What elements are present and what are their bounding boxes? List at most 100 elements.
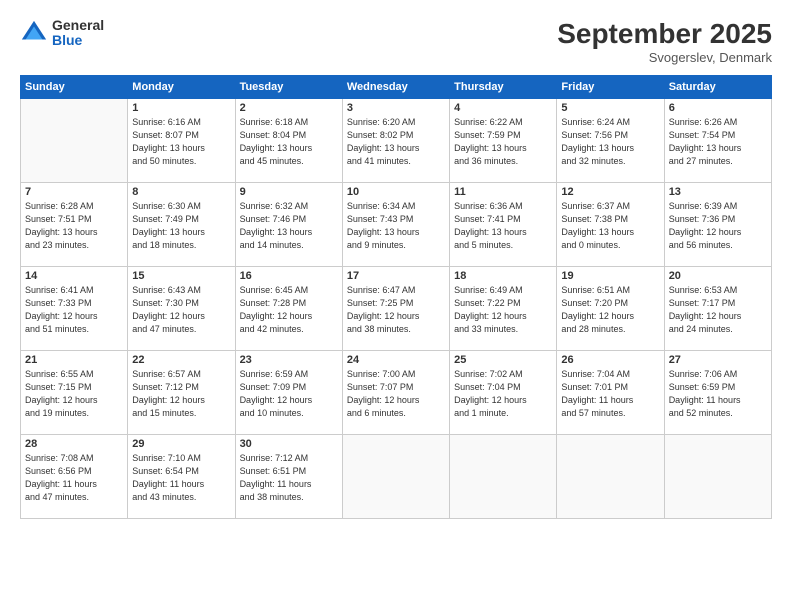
- day-number: 15: [132, 270, 230, 282]
- col-saturday: Saturday: [664, 76, 771, 99]
- location-subtitle: Svogerslev, Denmark: [557, 50, 772, 65]
- title-block: September 2025 Svogerslev, Denmark: [557, 18, 772, 65]
- day-number: 24: [347, 354, 445, 366]
- table-row: 14 Sunrise: 6:41 AM Sunset: 7:33 PM Dayli…: [21, 267, 128, 351]
- calendar-header-row: Sunday Monday Tuesday Wednesday Thursday…: [21, 76, 772, 99]
- col-thursday: Thursday: [450, 76, 557, 99]
- day-number: 30: [240, 438, 338, 450]
- day-info: Sunrise: 6:37 AM Sunset: 7:38 PM Dayligh…: [561, 200, 659, 252]
- col-tuesday: Tuesday: [235, 76, 342, 99]
- col-sunday: Sunday: [21, 76, 128, 99]
- header: General Blue September 2025 Svogerslev, …: [20, 18, 772, 65]
- table-row: 10 Sunrise: 6:34 AM Sunset: 7:43 PM Dayli…: [342, 183, 449, 267]
- day-info: Sunrise: 6:30 AM Sunset: 7:49 PM Dayligh…: [132, 200, 230, 252]
- logo-text: General Blue: [52, 18, 104, 49]
- table-row: 8 Sunrise: 6:30 AM Sunset: 7:49 PM Daylig…: [128, 183, 235, 267]
- day-info: Sunrise: 6:51 AM Sunset: 7:20 PM Dayligh…: [561, 284, 659, 336]
- table-row: 5 Sunrise: 6:24 AM Sunset: 7:56 PM Daylig…: [557, 99, 664, 183]
- table-row: 13 Sunrise: 6:39 AM Sunset: 7:36 PM Dayli…: [664, 183, 771, 267]
- day-info: Sunrise: 6:34 AM Sunset: 7:43 PM Dayligh…: [347, 200, 445, 252]
- table-row: 1 Sunrise: 6:16 AM Sunset: 8:07 PM Daylig…: [128, 99, 235, 183]
- table-row: 26 Sunrise: 7:04 AM Sunset: 7:01 PM Dayli…: [557, 351, 664, 435]
- day-number: 1: [132, 102, 230, 114]
- day-number: 8: [132, 186, 230, 198]
- day-number: 10: [347, 186, 445, 198]
- table-row: 28 Sunrise: 7:08 AM Sunset: 6:56 PM Dayli…: [21, 435, 128, 519]
- day-info: Sunrise: 6:41 AM Sunset: 7:33 PM Dayligh…: [25, 284, 123, 336]
- table-row: [342, 435, 449, 519]
- day-number: 11: [454, 186, 552, 198]
- table-row: 7Sunrise: 6:28 AM Sunset: 7:51 PM Daylig…: [21, 183, 128, 267]
- day-info: Sunrise: 6:55 AM Sunset: 7:15 PM Dayligh…: [25, 368, 123, 420]
- page: General Blue September 2025 Svogerslev, …: [0, 0, 792, 612]
- day-number: 9: [240, 186, 338, 198]
- day-number: 21: [25, 354, 123, 366]
- day-info: Sunrise: 6:24 AM Sunset: 7:56 PM Dayligh…: [561, 116, 659, 168]
- table-row: 18 Sunrise: 6:49 AM Sunset: 7:22 PM Dayli…: [450, 267, 557, 351]
- day-number: 3: [347, 102, 445, 114]
- day-number: 13: [669, 186, 767, 198]
- table-row: 16 Sunrise: 6:45 AM Sunset: 7:28 PM Dayli…: [235, 267, 342, 351]
- table-row: 15 Sunrise: 6:43 AM Sunset: 7:30 PM Dayli…: [128, 267, 235, 351]
- day-number: 19: [561, 270, 659, 282]
- day-info: Sunrise: 7:12 AM Sunset: 6:51 PM Dayligh…: [240, 452, 338, 504]
- day-info: Sunrise: 6:43 AM Sunset: 7:30 PM Dayligh…: [132, 284, 230, 336]
- table-row: 30 Sunrise: 7:12 AM Sunset: 6:51 PM Dayli…: [235, 435, 342, 519]
- logo: General Blue: [20, 18, 104, 49]
- day-info: Sunrise: 6:26 AM Sunset: 7:54 PM Dayligh…: [669, 116, 767, 168]
- calendar-week-row: 21 Sunrise: 6:55 AM Sunset: 7:15 PM Dayli…: [21, 351, 772, 435]
- day-number: 6: [669, 102, 767, 114]
- day-info: Sunrise: 6:28 AM Sunset: 7:51 PM Dayligh…: [25, 200, 123, 252]
- logo-blue-text: Blue: [52, 33, 104, 48]
- day-number: 17: [347, 270, 445, 282]
- table-row: [450, 435, 557, 519]
- table-row: 21 Sunrise: 6:55 AM Sunset: 7:15 PM Dayli…: [21, 351, 128, 435]
- day-number: 16: [240, 270, 338, 282]
- table-row: 24Sunrise: 7:00 AM Sunset: 7:07 PM Dayli…: [342, 351, 449, 435]
- day-info: Sunrise: 6:57 AM Sunset: 7:12 PM Dayligh…: [132, 368, 230, 420]
- day-info: Sunrise: 6:47 AM Sunset: 7:25 PM Dayligh…: [347, 284, 445, 336]
- table-row: 20 Sunrise: 6:53 AM Sunset: 7:17 PM Dayli…: [664, 267, 771, 351]
- table-row: 12Sunrise: 6:37 AM Sunset: 7:38 PM Dayli…: [557, 183, 664, 267]
- table-row: 25Sunrise: 7:02 AM Sunset: 7:04 PM Dayli…: [450, 351, 557, 435]
- day-info: Sunrise: 7:08 AM Sunset: 6:56 PM Dayligh…: [25, 452, 123, 504]
- day-number: 2: [240, 102, 338, 114]
- day-info: Sunrise: 6:16 AM Sunset: 8:07 PM Dayligh…: [132, 116, 230, 168]
- day-number: 27: [669, 354, 767, 366]
- table-row: 3 Sunrise: 6:20 AM Sunset: 8:02 PM Daylig…: [342, 99, 449, 183]
- calendar-week-row: 28 Sunrise: 7:08 AM Sunset: 6:56 PM Dayli…: [21, 435, 772, 519]
- logo-icon: [20, 19, 48, 47]
- day-info: Sunrise: 6:36 AM Sunset: 7:41 PM Dayligh…: [454, 200, 552, 252]
- day-info: Sunrise: 7:10 AM Sunset: 6:54 PM Dayligh…: [132, 452, 230, 504]
- day-info: Sunrise: 6:53 AM Sunset: 7:17 PM Dayligh…: [669, 284, 767, 336]
- day-info: Sunrise: 6:20 AM Sunset: 8:02 PM Dayligh…: [347, 116, 445, 168]
- day-number: 26: [561, 354, 659, 366]
- col-monday: Monday: [128, 76, 235, 99]
- table-row: 4Sunrise: 6:22 AM Sunset: 7:59 PM Daylig…: [450, 99, 557, 183]
- calendar-week-row: 14 Sunrise: 6:41 AM Sunset: 7:33 PM Dayli…: [21, 267, 772, 351]
- table-row: [664, 435, 771, 519]
- table-row: 29 Sunrise: 7:10 AM Sunset: 6:54 PM Dayli…: [128, 435, 235, 519]
- day-number: 5: [561, 102, 659, 114]
- day-number: 28: [25, 438, 123, 450]
- logo-general-text: General: [52, 18, 104, 33]
- day-number: 18: [454, 270, 552, 282]
- calendar-week-row: 7Sunrise: 6:28 AM Sunset: 7:51 PM Daylig…: [21, 183, 772, 267]
- day-number: 14: [25, 270, 123, 282]
- table-row: 17 Sunrise: 6:47 AM Sunset: 7:25 PM Dayli…: [342, 267, 449, 351]
- day-number: 20: [669, 270, 767, 282]
- day-info: Sunrise: 6:32 AM Sunset: 7:46 PM Dayligh…: [240, 200, 338, 252]
- table-row: 11 Sunrise: 6:36 AM Sunset: 7:41 PM Dayli…: [450, 183, 557, 267]
- day-info: Sunrise: 6:22 AM Sunset: 7:59 PM Dayligh…: [454, 116, 552, 168]
- day-info: Sunrise: 7:06 AM Sunset: 6:59 PM Dayligh…: [669, 368, 767, 420]
- day-info: Sunrise: 6:45 AM Sunset: 7:28 PM Dayligh…: [240, 284, 338, 336]
- day-info: Sunrise: 6:49 AM Sunset: 7:22 PM Dayligh…: [454, 284, 552, 336]
- day-number: 29: [132, 438, 230, 450]
- day-info: Sunrise: 6:39 AM Sunset: 7:36 PM Dayligh…: [669, 200, 767, 252]
- table-row: 19 Sunrise: 6:51 AM Sunset: 7:20 PM Dayli…: [557, 267, 664, 351]
- calendar-week-row: 1 Sunrise: 6:16 AM Sunset: 8:07 PM Daylig…: [21, 99, 772, 183]
- day-number: 23: [240, 354, 338, 366]
- day-info: Sunrise: 6:18 AM Sunset: 8:04 PM Dayligh…: [240, 116, 338, 168]
- col-wednesday: Wednesday: [342, 76, 449, 99]
- day-info: Sunrise: 7:04 AM Sunset: 7:01 PM Dayligh…: [561, 368, 659, 420]
